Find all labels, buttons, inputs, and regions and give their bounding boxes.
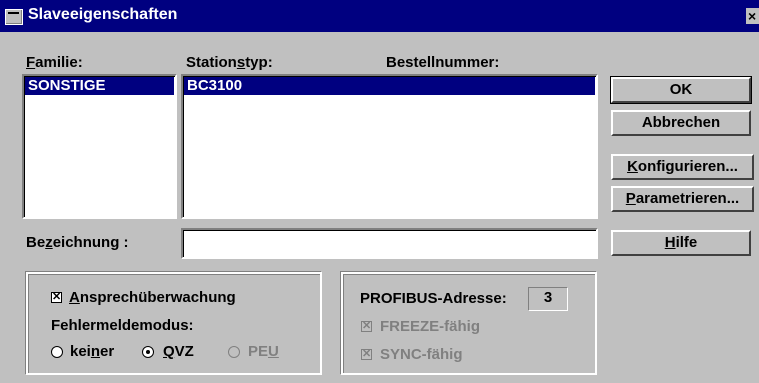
radio-keiner-label[interactable]: keiner (70, 343, 114, 360)
sync-label: SYNC-fähig (380, 346, 463, 363)
stationstyp-label: Stationstyp: (186, 54, 273, 71)
stationstyp-listbox[interactable]: BC3100 (181, 74, 598, 219)
stationstyp-value: BC3100 (187, 77, 243, 94)
freeze-label: FREEZE-fähig (380, 318, 480, 335)
list-item[interactable]: SONSTIGE (25, 77, 174, 95)
system-menu-icon[interactable] (5, 9, 23, 25)
radio-keiner[interactable] (51, 346, 63, 358)
radio-qvz-label[interactable]: QVZ (163, 343, 194, 360)
ansprech-checkbox[interactable]: ✕ (51, 292, 62, 303)
bezeichnung-input[interactable] (181, 228, 598, 259)
bestellnummer-label: Bestellnummer: (386, 54, 500, 71)
profibus-address-label: PROFIBUS-Adresse: (360, 290, 507, 307)
ok-button[interactable]: OK (610, 76, 752, 104)
freeze-checkbox[interactable]: ✕ (361, 321, 372, 332)
konfigurieren-button[interactable]: Konfigurieren... (611, 154, 754, 180)
familie-listbox[interactable]: SONSTIGE (22, 74, 177, 219)
familie-label: Familie: (26, 54, 83, 71)
abbrechen-button[interactable]: Abbrechen (611, 110, 751, 136)
profibus-address-value: 3 (528, 287, 568, 311)
ansprech-label[interactable]: Ansprechüberwachung (69, 289, 236, 306)
sync-checkbox[interactable]: ✕ (361, 349, 372, 360)
window-title: Slaveeigenschaften (28, 6, 178, 23)
parametrieren-button[interactable]: Parametrieren... (611, 186, 754, 212)
radio-peu[interactable] (228, 346, 240, 358)
close-icon[interactable]: × (746, 8, 759, 24)
hilfe-button[interactable]: Hilfe (611, 230, 751, 256)
bezeichnung-label: Bezeichnung : (26, 234, 129, 251)
radio-peu-label[interactable]: PEU (248, 343, 279, 360)
radio-qvz[interactable] (142, 346, 154, 358)
title-bar: Slaveeigenschaften × (0, 0, 759, 32)
fehlermeldemodus-label: Fehlermeldemodus: (51, 317, 194, 334)
list-item[interactable]: BC3100 (184, 77, 595, 95)
